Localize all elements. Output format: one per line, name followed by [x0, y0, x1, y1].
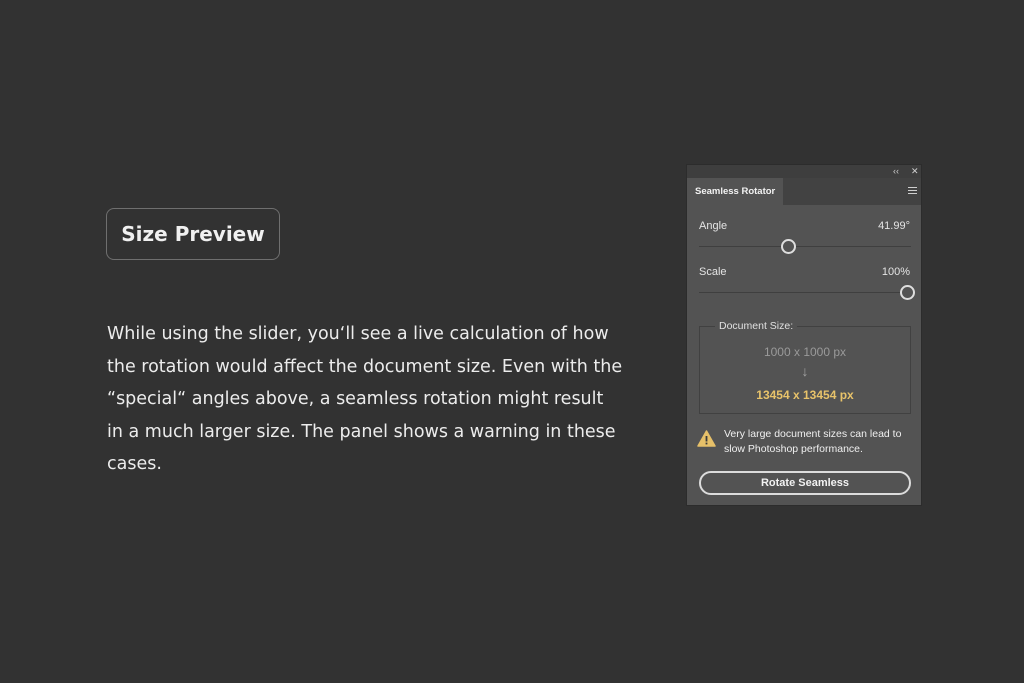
panel-menu-icon[interactable]: [908, 187, 917, 194]
scale-slider-track[interactable]: [699, 292, 911, 293]
warning-triangle-icon: [697, 430, 716, 447]
document-size-title: Document Size:: [715, 320, 798, 332]
original-size: 1000 x 1000 px: [763, 345, 847, 359]
scale-label: Scale: [699, 266, 727, 278]
panel-titlebar: ‹‹ ✕: [687, 165, 921, 178]
angle-slider-track[interactable]: [699, 246, 911, 247]
arrow-down-icon: ↓: [801, 363, 809, 379]
angle-value: 41.99°: [878, 220, 910, 232]
warning-message: Very large document sizes can lead to sl…: [724, 428, 902, 455]
tab-seamless-rotator[interactable]: Seamless Rotator: [687, 178, 783, 206]
document-size-box: Document Size: 1000 x 1000 px ↓ 13454 x …: [699, 320, 911, 414]
close-icon[interactable]: ✕: [911, 165, 919, 178]
description-line: While using the slider, you‘ll see a liv…: [107, 324, 609, 344]
description-line: cases.: [107, 454, 162, 474]
rotated-size: 13454 x 13454 px: [756, 388, 854, 402]
panel-tab-row: Seamless Rotator: [687, 178, 921, 206]
rotate-seamless-button[interactable]: Rotate Seamless: [699, 471, 911, 495]
double-chevron-left-icon[interactable]: ‹‹: [893, 165, 899, 178]
description-line: the rotation would affect the document s…: [107, 356, 623, 377]
scale-value: 100%: [881, 266, 910, 278]
size-preview-badge: Size Preview: [106, 208, 280, 260]
description-text: While using the slider, you‘ll see a liv…: [107, 318, 627, 481]
angle-slider-handle[interactable]: [781, 239, 796, 254]
scale-slider-handle[interactable]: [900, 285, 915, 300]
seamless-rotator-panel: ‹‹ ✕ Seamless Rotator Angle 41.99° Scale…: [686, 164, 922, 506]
angle-label: Angle: [699, 220, 728, 232]
description-line: in a much larger size. The panel shows a…: [107, 421, 616, 442]
description-line: “special“ angles above, a seamless rotat…: [107, 389, 604, 409]
